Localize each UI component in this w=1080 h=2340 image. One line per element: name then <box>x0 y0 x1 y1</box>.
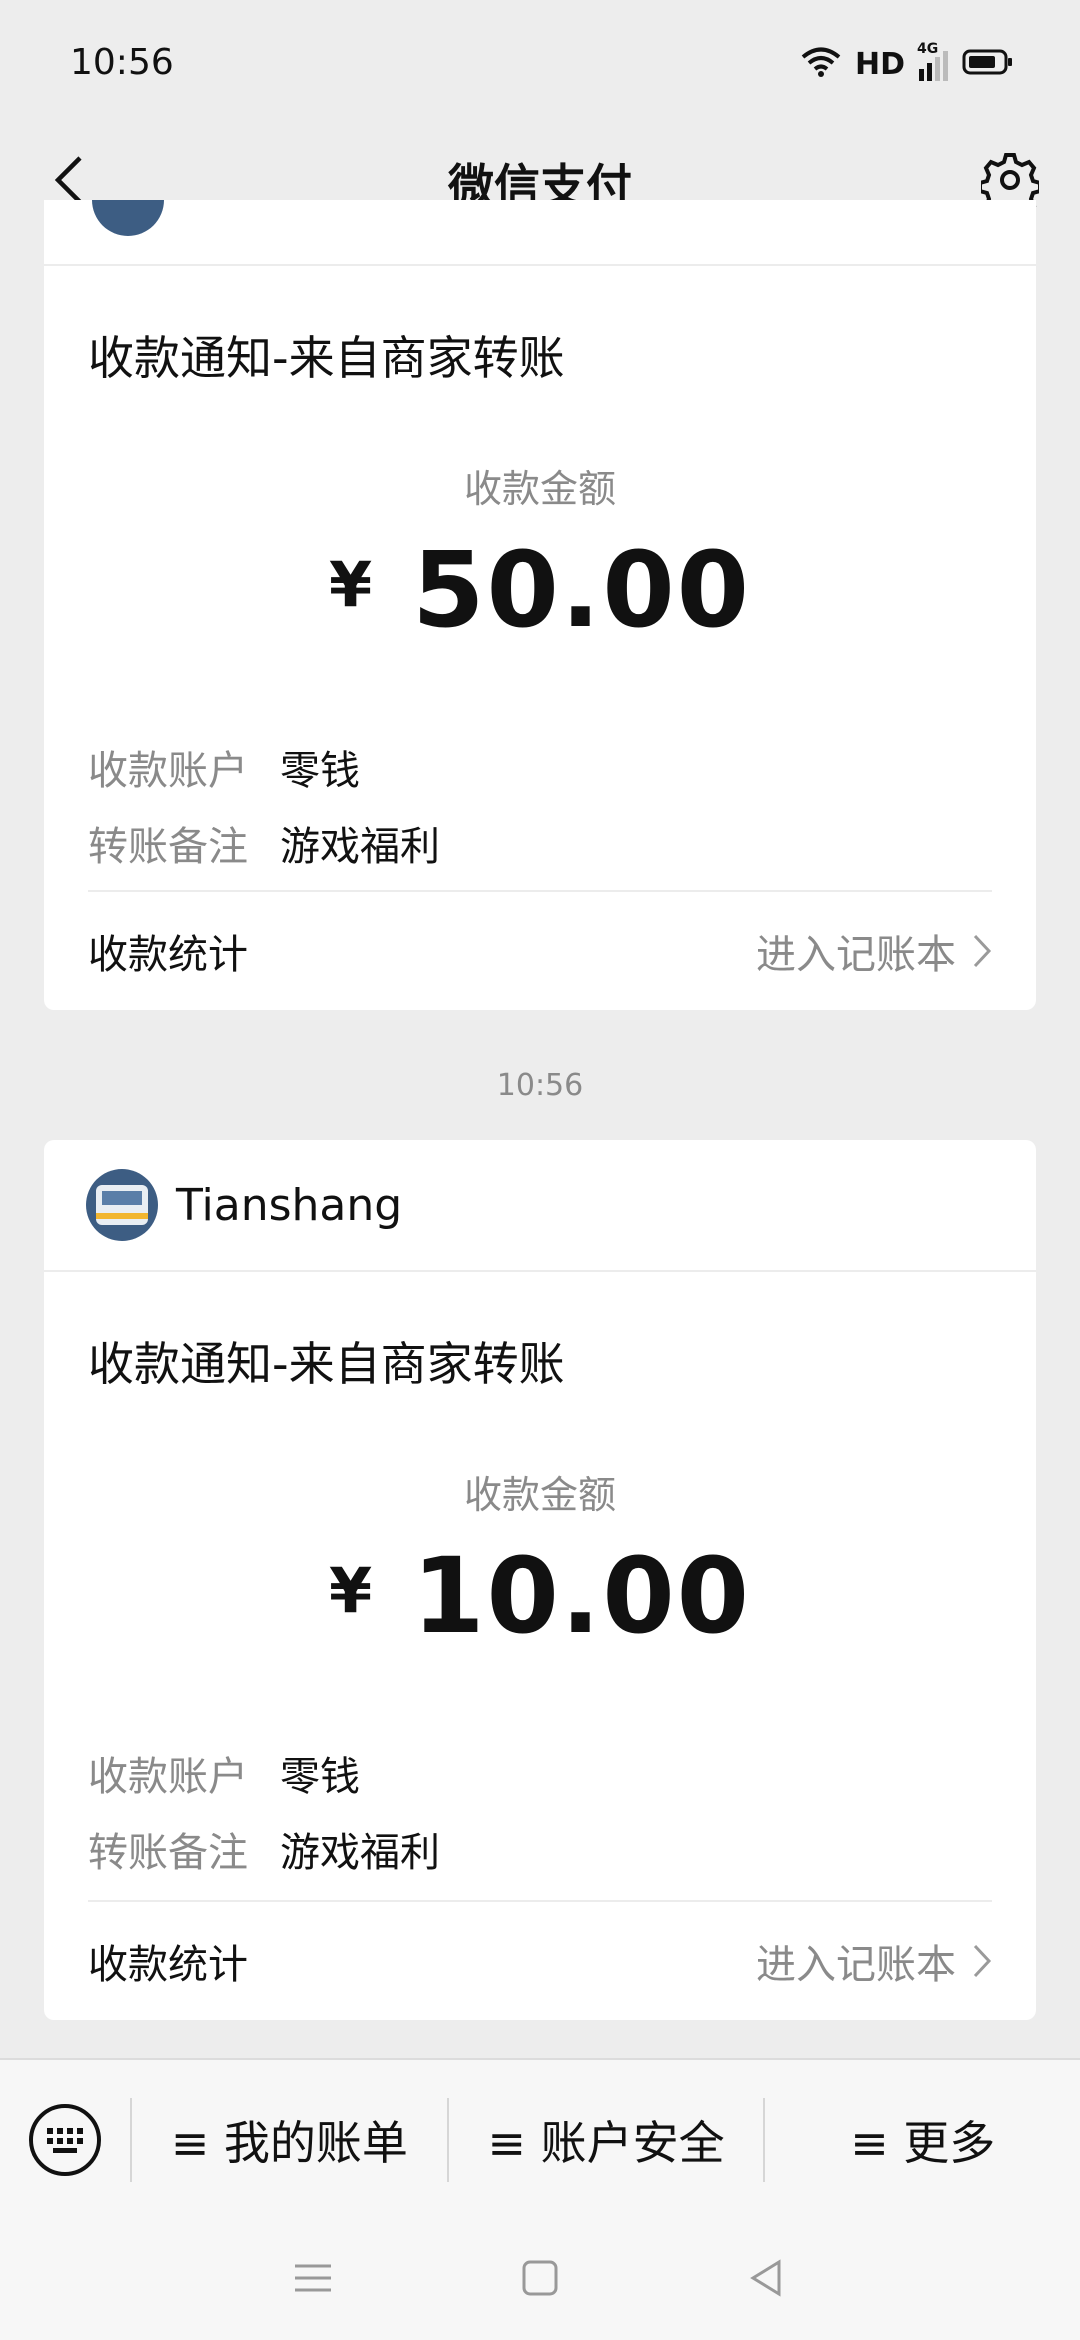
wifi-icon <box>801 46 841 82</box>
amount-value: 10.00 <box>412 1535 752 1657</box>
detail-value: 游戏福利 <box>280 1830 440 1876</box>
detail-rows: 收款账户 零钱 转账备注 游戏福利 <box>44 729 1036 881</box>
home-icon[interactable] <box>518 2256 562 2304</box>
sender-name: Tianshang <box>176 1179 403 1231</box>
detail-value: 零钱 <box>280 1754 360 1800</box>
signal-icon: 4G <box>917 41 948 81</box>
battery-icon <box>962 48 1014 80</box>
amount: ¥ 50.00 <box>44 529 1036 651</box>
time-separator: 10:56 <box>496 1068 584 1103</box>
ledger-link-label: 进入记账本 <box>756 1942 956 1988</box>
notice-title: 收款通知-来自商家转账 <box>88 331 565 385</box>
detail-row: 收款账户 零钱 <box>88 729 1036 805</box>
amount-value: 50.00 <box>412 529 752 651</box>
card-header: Tianshang <box>44 1140 1036 1272</box>
stat-row[interactable]: 收款统计 进入记账本 <box>88 1900 992 2020</box>
menu-my-bills[interactable]: ≡ 我的账单 <box>130 2098 447 2182</box>
payment-notice-card[interactable]: Tianshang 收款通知-来自商家转账 收款金额 ¥ 10.00 收款账户 … <box>44 1140 1036 2020</box>
detail-key: 收款账户 <box>88 748 248 794</box>
currency-symbol: ¥ <box>328 547 373 621</box>
keyboard-toggle-button[interactable] <box>0 2102 130 2178</box>
detail-row: 转账备注 游戏福利 <box>88 805 1036 881</box>
detail-value: 游戏福利 <box>280 824 440 870</box>
detail-row: 收款账户 零钱 <box>88 1735 1036 1811</box>
menu-more[interactable]: ≡ 更多 <box>763 2098 1080 2182</box>
detail-row: 转账备注 游戏福利 <box>88 1811 1036 1887</box>
status-icons: HD 4G <box>801 41 1014 84</box>
back-triangle-icon[interactable] <box>745 2256 789 2304</box>
currency-symbol: ¥ <box>328 1553 373 1627</box>
chevron-right-icon <box>973 934 992 968</box>
amount-label: 收款金额 <box>463 467 616 511</box>
system-nav-bar <box>0 2220 1080 2340</box>
bottom-menu: ≡ 我的账单 ≡ 账户安全 ≡ 更多 <box>0 2058 1080 2220</box>
hd-indicator: HD <box>854 46 905 82</box>
ledger-link[interactable]: 进入记账本 <box>756 1932 992 1990</box>
card-header-partial <box>44 200 1036 266</box>
network-type: 4G <box>917 41 939 57</box>
stat-row[interactable]: 收款统计 进入记账本 <box>88 890 992 1010</box>
detail-key: 转账备注 <box>88 824 248 870</box>
ledger-link[interactable]: 进入记账本 <box>756 922 992 980</box>
menu-icon[interactable] <box>291 2258 335 2302</box>
stat-label: 收款统计 <box>88 932 248 978</box>
avatar <box>86 1169 158 1241</box>
stat-label: 收款统计 <box>88 1942 248 1988</box>
menu-account-security[interactable]: ≡ 账户安全 <box>446 2098 764 2182</box>
payment-notice-card[interactable]: 收款通知-来自商家转账 收款金额 ¥ 50.00 收款账户 零钱 转账备注 游戏… <box>44 200 1036 1010</box>
status-time: 10:56 <box>70 42 174 83</box>
detail-value: 零钱 <box>280 748 360 794</box>
status-bar: 10:56 HD 4G <box>0 0 1080 130</box>
amount: ¥ 10.00 <box>44 1535 1036 1657</box>
ledger-link-label: 进入记账本 <box>756 932 956 978</box>
keyboard-icon <box>29 2104 101 2176</box>
amount-label: 收款金额 <box>463 1473 616 1517</box>
detail-key: 收款账户 <box>88 1754 248 1800</box>
chevron-right-icon <box>973 1944 992 1978</box>
notice-title: 收款通知-来自商家转账 <box>88 1337 565 1391</box>
detail-key: 转账备注 <box>88 1830 248 1876</box>
detail-rows: 收款账户 零钱 转账备注 游戏福利 <box>44 1735 1036 1887</box>
avatar <box>92 200 164 236</box>
